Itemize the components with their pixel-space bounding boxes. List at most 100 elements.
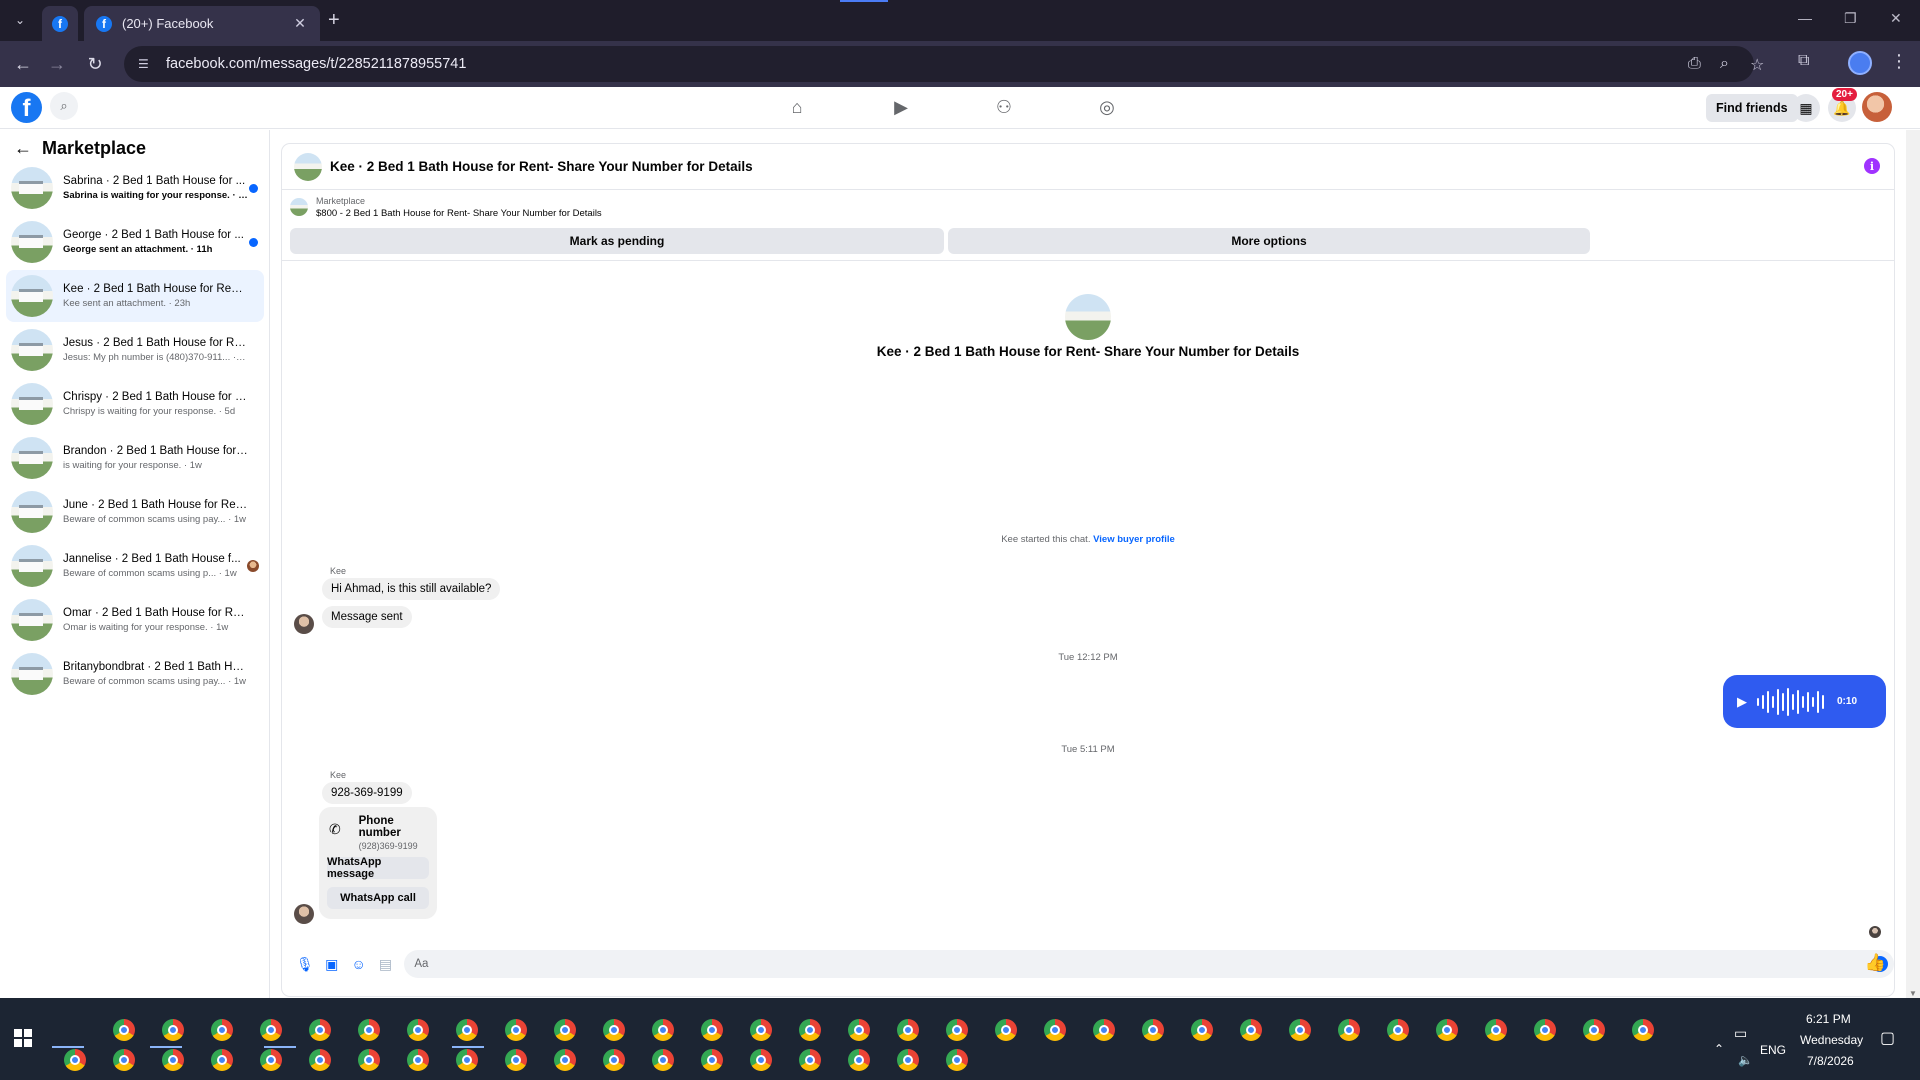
- chrome-taskbar-icon[interactable]: [554, 1019, 576, 1041]
- conversation-item[interactable]: June · 2 Bed 1 Bath House for Rent... Bew…: [6, 486, 264, 538]
- play-icon[interactable]: ▶: [1737, 694, 1747, 710]
- network-icon[interactable]: ▭: [1734, 1025, 1747, 1042]
- thumbs-up-icon[interactable]: 👍: [1865, 953, 1886, 973]
- restore-button[interactable]: ❐: [1844, 10, 1857, 27]
- chrome-taskbar-icon[interactable]: [750, 1019, 772, 1041]
- mark-as-pending-button[interactable]: Mark as pending: [290, 228, 944, 254]
- chrome-taskbar-icon[interactable]: [1387, 1019, 1409, 1041]
- chrome-taskbar-icon[interactable]: [1338, 1019, 1360, 1041]
- conversation-item[interactable]: Britanybondbrat · 2 Bed 1 Bath Ho... Bewa…: [6, 648, 264, 700]
- chrome-taskbar-icon[interactable]: [897, 1049, 919, 1071]
- chrome-taskbar-icon[interactable]: [358, 1019, 380, 1041]
- chrome-taskbar-icon[interactable]: [260, 1019, 282, 1041]
- conversation-item[interactable]: Sabrina · 2 Bed 1 Bath House for ... Sabr…: [6, 162, 264, 214]
- install-app-icon[interactable]: ⎙: [1688, 55, 1701, 73]
- chrome-taskbar-icon[interactable]: [848, 1049, 870, 1071]
- facebook-logo-icon[interactable]: f: [11, 92, 42, 123]
- video-icon[interactable]: ▶: [890, 97, 912, 119]
- chrome-taskbar-icon[interactable]: [211, 1049, 233, 1071]
- minimize-button[interactable]: —: [1798, 10, 1812, 26]
- notification-center-icon[interactable]: ▢: [1880, 1028, 1895, 1048]
- language-indicator[interactable]: ENG: [1760, 1043, 1786, 1057]
- windows-start-icon[interactable]: [14, 1029, 32, 1047]
- reload-button[interactable]: ↻: [84, 53, 106, 75]
- conversation-item[interactable]: George · 2 Bed 1 Bath House for ... Georg…: [6, 216, 264, 268]
- browser-profile-avatar[interactable]: [1848, 51, 1872, 75]
- gif-icon[interactable]: ▤: [375, 956, 397, 973]
- chrome-taskbar-icon[interactable]: [946, 1049, 968, 1071]
- tab-pinned-facebook[interactable]: f: [42, 6, 78, 41]
- whatsapp-call-button[interactable]: WhatsApp call: [327, 887, 429, 909]
- chrome-taskbar-icon[interactable]: [505, 1049, 527, 1071]
- chrome-taskbar-icon[interactable]: [848, 1019, 870, 1041]
- chrome-taskbar-icon[interactable]: [554, 1049, 576, 1071]
- chrome-taskbar-icon[interactable]: [652, 1049, 674, 1071]
- chrome-taskbar-icon[interactable]: [456, 1049, 478, 1071]
- conversation-item[interactable]: Jesus · 2 Bed 1 Bath House for Ren... Jes…: [6, 324, 264, 376]
- zoom-icon[interactable]: ⌕: [1720, 55, 1729, 73]
- chrome-taskbar-icon[interactable]: [505, 1019, 527, 1041]
- address-bar[interactable]: ☰ facebook.com/messages/t/22852118789557…: [124, 46, 1764, 82]
- sticker-icon[interactable]: ☺: [348, 956, 370, 972]
- chrome-taskbar-icon[interactable]: [701, 1049, 723, 1071]
- clock-time[interactable]: 6:21 PM: [1806, 1012, 1851, 1026]
- account-avatar[interactable]: [1862, 92, 1892, 122]
- message-input[interactable]: Aa ☺: [404, 950, 1894, 978]
- chrome-taskbar-icon[interactable]: [1093, 1019, 1115, 1041]
- tab-facebook[interactable]: f (20+) Facebook ✕: [84, 6, 320, 41]
- tray-chevron-icon[interactable]: ⌃: [1714, 1042, 1724, 1056]
- chrome-taskbar-icon[interactable]: [1436, 1019, 1458, 1041]
- message-bubble[interactable]: Message sent: [322, 606, 412, 628]
- extensions-icon[interactable]: ⧉: [1798, 52, 1809, 70]
- whatsapp-message-button[interactable]: WhatsApp message: [327, 856, 429, 880]
- microphone-icon[interactable]: 🎙: [294, 956, 316, 973]
- friends-icon[interactable]: ⚇: [993, 97, 1015, 119]
- chrome-taskbar-icon[interactable]: [603, 1019, 625, 1041]
- chrome-taskbar-icon[interactable]: [1044, 1019, 1066, 1041]
- chrome-taskbar-icon[interactable]: [1583, 1019, 1605, 1041]
- close-tab-icon[interactable]: ✕: [290, 15, 310, 32]
- chrome-taskbar-icon[interactable]: [946, 1019, 968, 1041]
- chrome-taskbar-icon[interactable]: [1191, 1019, 1213, 1041]
- chrome-taskbar-icon[interactable]: [211, 1019, 233, 1041]
- chrome-taskbar-icon[interactable]: [309, 1049, 331, 1071]
- conversation-item[interactable]: Chrispy · 2 Bed 1 Bath House for R... Chr…: [6, 378, 264, 430]
- voice-message[interactable]: ▶ 0:10: [1723, 675, 1886, 728]
- chrome-taskbar-icon[interactable]: [603, 1049, 625, 1071]
- listing-banner[interactable]: Marketplace $800 - 2 Bed 1 Bath House fo…: [282, 190, 1894, 224]
- chrome-taskbar-icon[interactable]: [162, 1019, 184, 1041]
- chrome-taskbar-icon[interactable]: [1485, 1019, 1507, 1041]
- message-bubble[interactable]: 928-369-9199: [322, 782, 412, 804]
- chrome-taskbar-icon[interactable]: [407, 1049, 429, 1071]
- photo-icon[interactable]: ▣: [321, 956, 343, 973]
- chrome-taskbar-icon[interactable]: [995, 1019, 1017, 1041]
- chrome-taskbar-icon[interactable]: [750, 1049, 772, 1071]
- clock-date[interactable]: 7/8/2026: [1807, 1054, 1854, 1068]
- more-options-button[interactable]: More options: [948, 228, 1590, 254]
- chrome-taskbar-icon[interactable]: [799, 1049, 821, 1071]
- chrome-taskbar-icon[interactable]: [407, 1019, 429, 1041]
- conversation-item-selected[interactable]: Kee · 2 Bed 1 Bath House for Rent-... Kee…: [6, 270, 264, 322]
- find-friends-button[interactable]: Find friends: [1706, 94, 1798, 122]
- site-info-icon[interactable]: ☰: [138, 57, 154, 71]
- search-icon[interactable]: ⌕: [50, 92, 78, 120]
- chrome-taskbar-icon[interactable]: [1632, 1019, 1654, 1041]
- page-scrollbar[interactable]: ▼: [1906, 130, 1920, 1000]
- conversation-item[interactable]: Jannelise · 2 Bed 1 Bath House f... Bewar…: [6, 540, 264, 592]
- home-icon[interactable]: ⌂: [786, 97, 808, 119]
- conversation-item[interactable]: Brandon · 2 Bed 1 Bath House for ... is w…: [6, 432, 264, 484]
- tab-search-button[interactable]: ⌄: [10, 10, 30, 30]
- info-icon[interactable]: i: [1864, 158, 1880, 174]
- chrome-taskbar-icon[interactable]: [358, 1049, 380, 1071]
- close-window-button[interactable]: ✕: [1890, 10, 1902, 27]
- bookmark-star-icon[interactable]: ☆: [1750, 55, 1764, 75]
- forward-button[interactable]: →: [46, 53, 68, 75]
- chrome-taskbar-icon[interactable]: [162, 1049, 184, 1071]
- chrome-taskbar-icon[interactable]: [1289, 1019, 1311, 1041]
- chrome-taskbar-icon[interactable]: [1142, 1019, 1164, 1041]
- menu-grid-icon[interactable]: ▦: [1792, 94, 1820, 122]
- chrome-taskbar-icon[interactable]: [1240, 1019, 1262, 1041]
- phone-number-card[interactable]: ✆ Phone number (928)369-9199 WhatsApp me…: [319, 807, 437, 919]
- chrome-taskbar-icon[interactable]: [799, 1019, 821, 1041]
- chrome-taskbar-icon[interactable]: [64, 1049, 86, 1071]
